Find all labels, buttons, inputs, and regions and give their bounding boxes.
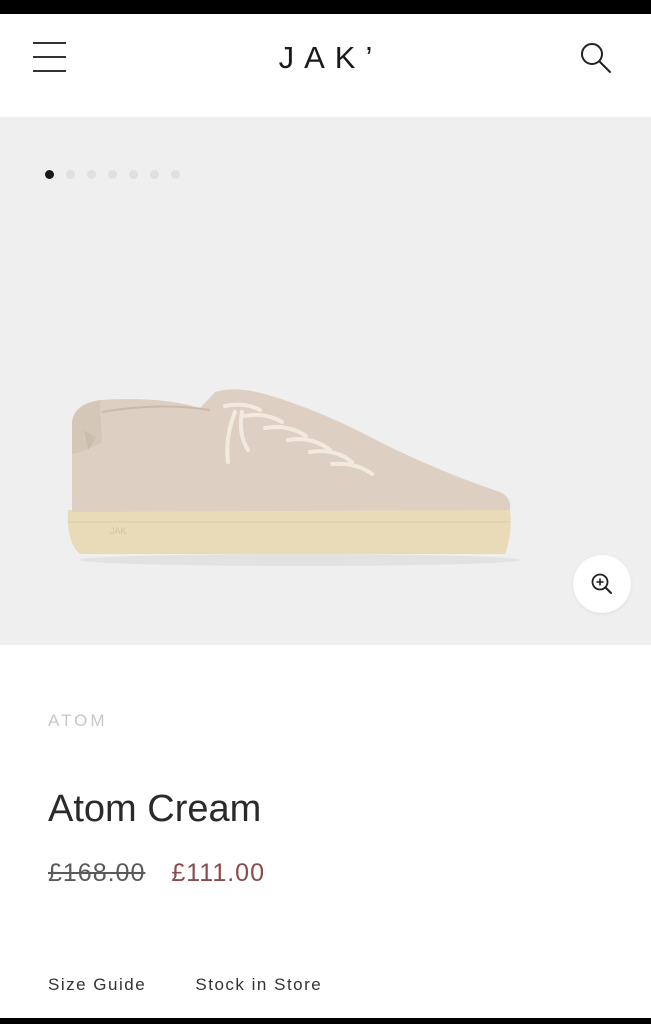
gallery-dot[interactable] (150, 170, 159, 179)
price-block: £168.00 £111.00 (48, 859, 265, 888)
search-button[interactable] (578, 40, 618, 80)
stock-in-store-link[interactable]: Stock in Store (195, 975, 322, 994)
site-header: JAK’ (0, 14, 651, 117)
zoom-button[interactable] (573, 555, 631, 613)
gallery-dot[interactable] (87, 170, 96, 179)
gallery-dot[interactable] (108, 170, 117, 179)
zoom-in-icon (591, 573, 612, 594)
svg-text:JAK: JAK (110, 526, 127, 536)
product-image: JAK (67, 389, 520, 566)
product-links: Size Guide Stock in Store (48, 975, 322, 995)
product-collection[interactable]: ATOM (48, 711, 108, 731)
original-price: £168.00 (48, 859, 146, 887)
product-title: Atom Cream (48, 788, 262, 830)
gallery-dot[interactable] (45, 170, 54, 179)
size-guide-link[interactable]: Size Guide (48, 975, 146, 994)
search-icon (581, 43, 611, 73)
product-page: JAK’ JAK ATOM Atom Cream £168.00 £111.00… (0, 14, 651, 1018)
gallery-dot[interactable] (129, 170, 138, 179)
sale-price: £111.00 (171, 859, 265, 887)
gallery-pagination (45, 170, 180, 179)
brand-logo[interactable]: JAK’ (0, 40, 651, 76)
product-image-gallery[interactable]: JAK (0, 117, 651, 645)
gallery-dot[interactable] (66, 170, 75, 179)
gallery-dot[interactable] (171, 170, 180, 179)
